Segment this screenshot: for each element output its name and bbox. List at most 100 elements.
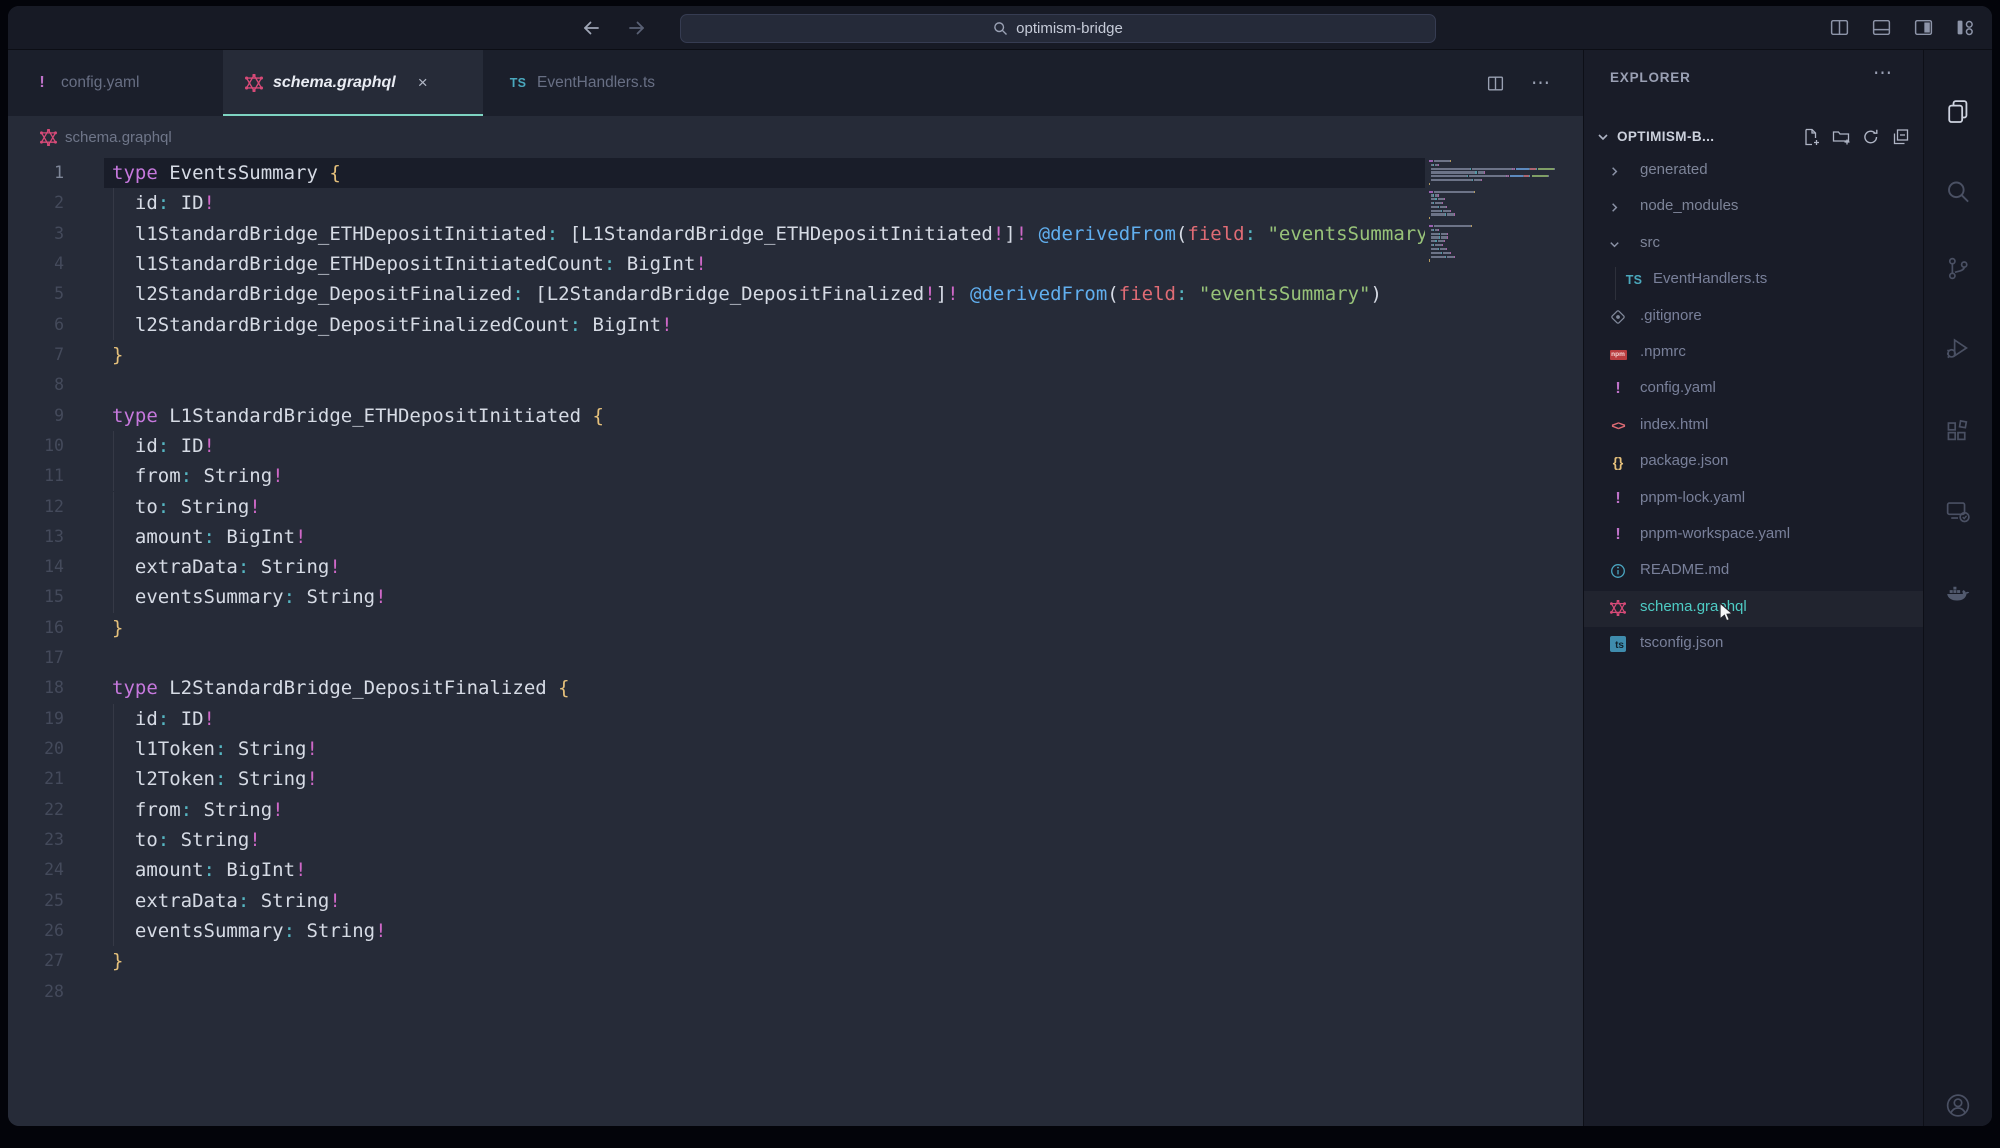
- search-text: optimism-bridge: [1016, 20, 1123, 37]
- close-tab-icon[interactable]: ×: [418, 73, 428, 93]
- line-number: 15: [8, 582, 64, 612]
- search-icon[interactable]: [1945, 178, 1972, 205]
- yaml-icon: !: [33, 74, 51, 92]
- activity-bar: [1923, 50, 1992, 1126]
- tree-file--gitignore[interactable]: .gitignore: [1584, 300, 1923, 336]
- line-number: 8: [8, 370, 64, 400]
- explorer-more-actions-icon[interactable]: ⋯: [1873, 62, 1893, 85]
- code-line[interactable]: 23 to: String!: [8, 825, 1583, 855]
- refresh-icon[interactable]: [1861, 127, 1881, 147]
- line-number: 10: [8, 431, 64, 461]
- tree-item-label: pnpm-workspace.yaml: [1640, 525, 1790, 542]
- collapse-all-icon[interactable]: [1891, 127, 1911, 147]
- line-number: 11: [8, 461, 64, 491]
- code-line[interactable]: 27}: [8, 946, 1583, 976]
- tree-item-label: .gitignore: [1640, 307, 1702, 324]
- line-number: 20: [8, 734, 64, 764]
- tree-folder-generated[interactable]: generated: [1584, 154, 1923, 190]
- code-line[interactable]: 28: [8, 977, 1583, 1007]
- code-line[interactable]: 15 eventsSummary: String!: [8, 582, 1583, 612]
- forward-arrow-icon[interactable]: [626, 17, 648, 39]
- yaml-icon: !: [1608, 379, 1628, 399]
- mouse-cursor: [1716, 602, 1738, 624]
- split-editor-icon[interactable]: [1829, 17, 1850, 38]
- toggle-panel-icon[interactable]: [1871, 17, 1892, 38]
- code-line[interactable]: 26 eventsSummary: String!: [8, 916, 1583, 946]
- tree-item-label: pnpm-lock.yaml: [1640, 489, 1745, 506]
- source-control-icon[interactable]: [1945, 255, 1972, 282]
- tree-folder-src[interactable]: src: [1584, 227, 1923, 263]
- code-line[interactable]: 6 l2StandardBridge_DepositFinalizedCount…: [8, 310, 1583, 340]
- ts-icon: TS: [1624, 270, 1644, 290]
- command-center-search[interactable]: optimism-bridge: [680, 14, 1436, 43]
- editor-group: ! config.yaml schema.graphql × TS EventH…: [8, 50, 1583, 1126]
- code-line[interactable]: 5 l2StandardBridge_DepositFinalized: [L2…: [8, 279, 1583, 309]
- tree-file-tsconfig-json[interactable]: tstsconfig.json: [1584, 627, 1923, 663]
- tab-schema-graphql[interactable]: schema.graphql ×: [223, 50, 483, 116]
- code-line[interactable]: 22 from: String!: [8, 795, 1583, 825]
- tab-label: EventHandlers.ts: [537, 74, 655, 92]
- code-line[interactable]: 21 l2Token: String!: [8, 764, 1583, 794]
- customize-layout-icon[interactable]: [1955, 17, 1976, 38]
- code-line[interactable]: 1type EventsSummary {: [8, 158, 1583, 188]
- line-number: 7: [8, 340, 64, 370]
- remote-explorer-icon[interactable]: [1945, 498, 1972, 525]
- docker-icon[interactable]: [1945, 580, 1972, 607]
- tree-file-pnpm-lock-yaml[interactable]: !pnpm-lock.yaml: [1584, 482, 1923, 518]
- tree-file-eventhandlers-ts[interactable]: TSEventHandlers.ts: [1584, 263, 1923, 299]
- explorer-toolbar: [1801, 127, 1911, 147]
- line-number: 23: [8, 825, 64, 855]
- workspace-name: OPTIMISM-B...: [1617, 129, 1714, 144]
- line-number: 24: [8, 855, 64, 885]
- tree-folder-node-modules[interactable]: node_modules: [1584, 190, 1923, 226]
- account-icon[interactable]: [1945, 1092, 1972, 1119]
- line-number: 1: [8, 158, 64, 188]
- line-number: 4: [8, 249, 64, 279]
- code-area[interactable]: 1type EventsSummary {2 id: ID!3 l1Standa…: [8, 158, 1583, 1126]
- minimap[interactable]: [1425, 160, 1565, 360]
- tree-file--npmrc[interactable]: npm.npmrc: [1584, 336, 1923, 372]
- tree-file-package-json[interactable]: {}package.json: [1584, 445, 1923, 481]
- explorer-icon[interactable]: [1945, 98, 1972, 125]
- code-line[interactable]: 2 id: ID!: [8, 188, 1583, 218]
- tree-file-pnpm-workspace-yaml[interactable]: !pnpm-workspace.yaml: [1584, 518, 1923, 554]
- back-arrow-icon[interactable]: [580, 17, 602, 39]
- code-line[interactable]: 3 l1StandardBridge_ETHDepositInitiated: …: [8, 219, 1583, 249]
- code-line[interactable]: 20 l1Token: String!: [8, 734, 1583, 764]
- code-line[interactable]: 8: [8, 370, 1583, 400]
- split-editor-icon[interactable]: [1486, 74, 1505, 93]
- workspace-section-header[interactable]: OPTIMISM-B...: [1584, 121, 1923, 155]
- code-line[interactable]: 25 extraData: String!: [8, 886, 1583, 916]
- line-number: 18: [8, 673, 64, 703]
- breadcrumb[interactable]: schema.graphql: [8, 116, 1583, 158]
- tab-eventhandlers-ts[interactable]: TS EventHandlers.ts: [483, 50, 718, 116]
- new-file-icon[interactable]: [1801, 127, 1821, 147]
- tree-file-schema-graphql[interactable]: schema.graphql: [1584, 591, 1923, 627]
- line-number: 12: [8, 492, 64, 522]
- run-debug-icon[interactable]: [1945, 335, 1972, 362]
- code-line[interactable]: 9type L1StandardBridge_ETHDepositInitiat…: [8, 401, 1583, 431]
- more-actions-icon[interactable]: ⋯: [1531, 72, 1551, 95]
- toggle-secondary-sidebar-icon[interactable]: [1913, 17, 1934, 38]
- code-line[interactable]: 24 amount: BigInt!: [8, 855, 1583, 885]
- code-line[interactable]: 10 id: ID!: [8, 431, 1583, 461]
- code-line[interactable]: 18type L2StandardBridge_DepositFinalized…: [8, 673, 1583, 703]
- tree-file-config-yaml[interactable]: !config.yaml: [1584, 372, 1923, 408]
- line-number: 26: [8, 916, 64, 946]
- search-icon: [993, 21, 1008, 36]
- code-line[interactable]: 13 amount: BigInt!: [8, 522, 1583, 552]
- code-line[interactable]: 12 to: String!: [8, 492, 1583, 522]
- tree-file-readme-md[interactable]: README.md: [1584, 554, 1923, 590]
- code-line[interactable]: 17: [8, 643, 1583, 673]
- code-line[interactable]: 11 from: String!: [8, 461, 1583, 491]
- tree-file-index-html[interactable]: <>index.html: [1584, 409, 1923, 445]
- extensions-icon[interactable]: [1945, 418, 1972, 445]
- code-line[interactable]: 14 extraData: String!: [8, 552, 1583, 582]
- tab-config-yaml[interactable]: ! config.yaml: [8, 50, 223, 116]
- code-line[interactable]: 16}: [8, 613, 1583, 643]
- code-line[interactable]: 19 id: ID!: [8, 704, 1583, 734]
- tree-item-label: README.md: [1640, 561, 1729, 578]
- new-folder-icon[interactable]: [1831, 127, 1851, 147]
- code-line[interactable]: 7}: [8, 340, 1583, 370]
- code-line[interactable]: 4 l1StandardBridge_ETHDepositInitiatedCo…: [8, 249, 1583, 279]
